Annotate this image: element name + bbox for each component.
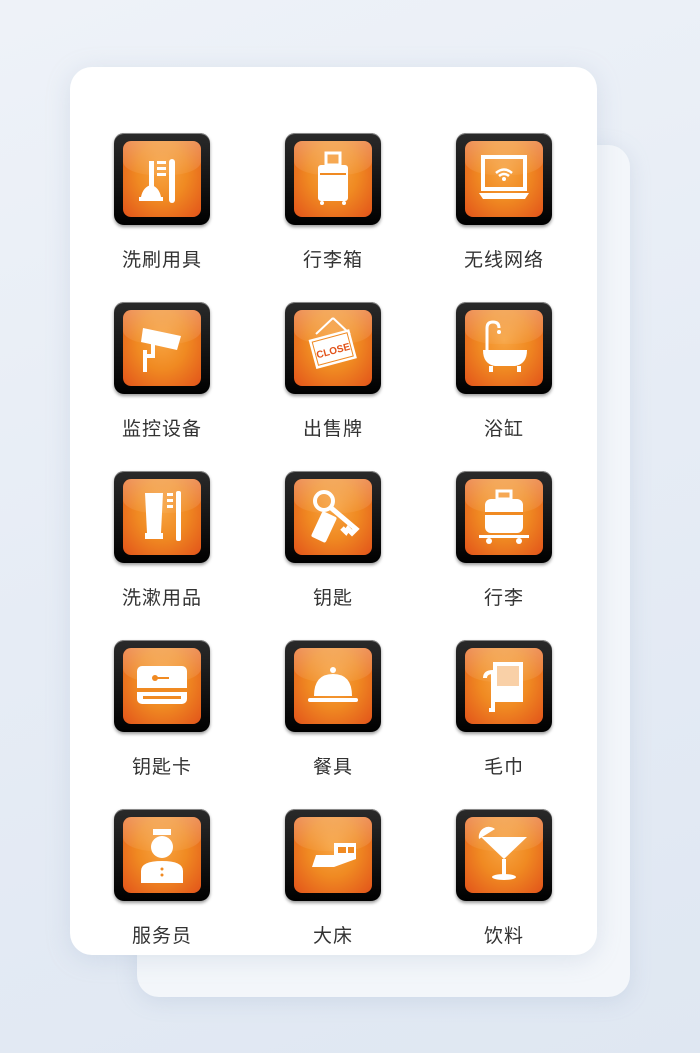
icon-item[interactable]: CLOSE 出售牌 <box>248 302 418 441</box>
icon-face <box>123 141 201 217</box>
close-sign-icon: CLOSE <box>285 302 381 394</box>
suitcase-icon <box>285 133 381 225</box>
icon-face: CLOSE <box>294 310 372 386</box>
icon-face <box>465 310 543 386</box>
icon-item[interactable]: 服务员 <box>77 809 247 948</box>
icon-label: 无线网络 <box>463 249 544 271</box>
icon-face <box>123 479 201 555</box>
icon-item[interactable]: 饮料 <box>419 809 589 948</box>
icon-item[interactable]: 行李箱 <box>248 133 418 272</box>
glyph <box>141 829 183 883</box>
icon-item[interactable]: 洗漱用品 <box>77 471 247 610</box>
icon-label: 服务员 <box>131 925 192 947</box>
icon-item[interactable]: 钥匙 <box>248 471 418 610</box>
glyph <box>141 328 181 372</box>
cocktail-icon <box>456 809 552 901</box>
glyph <box>308 667 358 702</box>
cctv-camera-icon <box>114 302 210 394</box>
glyph <box>137 666 187 704</box>
glyph <box>311 490 360 543</box>
bed-icon <box>285 809 381 901</box>
icon-item[interactable]: 浴缸 <box>419 302 589 441</box>
icon-label: 行李箱 <box>302 249 363 271</box>
icon-face <box>294 648 372 724</box>
glyph <box>478 826 527 880</box>
luggage-cart-icon <box>456 471 552 563</box>
icon-label: 出售牌 <box>302 418 363 440</box>
icon-label: 钥匙 <box>312 587 353 609</box>
toothpaste-brush-icon <box>114 471 210 563</box>
cloche-icon <box>285 640 381 732</box>
bathtub-icon <box>456 302 552 394</box>
icon-item[interactable]: 行李 <box>419 471 589 610</box>
bellboy-icon <box>114 809 210 901</box>
icon-label: 洗刷用具 <box>121 249 202 271</box>
icon-face <box>123 648 201 724</box>
icon-face <box>465 479 543 555</box>
icon-item[interactable]: 毛巾 <box>419 640 589 779</box>
towel-icon <box>456 640 552 732</box>
glyph <box>145 491 181 541</box>
icon-face <box>294 817 372 893</box>
icon-item[interactable]: 钥匙卡 <box>77 640 247 779</box>
icon-face <box>123 310 201 386</box>
plunger-brush-icon <box>114 133 210 225</box>
icon-item[interactable]: 监控设备 <box>77 302 247 441</box>
icon-item[interactable]: 餐具 <box>248 640 418 779</box>
glyph: CLOSE <box>308 317 357 369</box>
icon-label: 监控设备 <box>121 418 202 440</box>
icon-label: 行李 <box>483 587 524 609</box>
glyph <box>318 151 348 205</box>
icon-face <box>465 141 543 217</box>
icon-item[interactable]: 无线网络 <box>419 133 589 272</box>
icon-item[interactable]: 大床 <box>248 809 418 948</box>
wifi-laptop-icon <box>456 133 552 225</box>
icon-item[interactable]: 洗刷用具 <box>77 133 247 272</box>
glyph <box>483 320 527 372</box>
key-card-icon <box>114 640 210 732</box>
icon-face <box>123 817 201 893</box>
icon-label: 毛巾 <box>483 756 524 778</box>
icon-face <box>294 141 372 217</box>
icon-label: 洗漱用品 <box>121 587 202 609</box>
icon-face <box>465 648 543 724</box>
icon-face <box>465 817 543 893</box>
icon-label: 饮料 <box>483 925 524 947</box>
icon-label: 钥匙卡 <box>131 756 192 778</box>
icon-label: 大床 <box>312 925 353 947</box>
key-tag-icon <box>285 471 381 563</box>
glyph <box>479 155 529 199</box>
glyph <box>139 159 175 203</box>
icon-label: 餐具 <box>312 756 353 778</box>
glyph <box>312 843 356 867</box>
icon-label: 浴缸 <box>483 418 524 440</box>
glyph <box>479 489 529 544</box>
icon-face <box>294 479 372 555</box>
glyph <box>483 662 523 712</box>
